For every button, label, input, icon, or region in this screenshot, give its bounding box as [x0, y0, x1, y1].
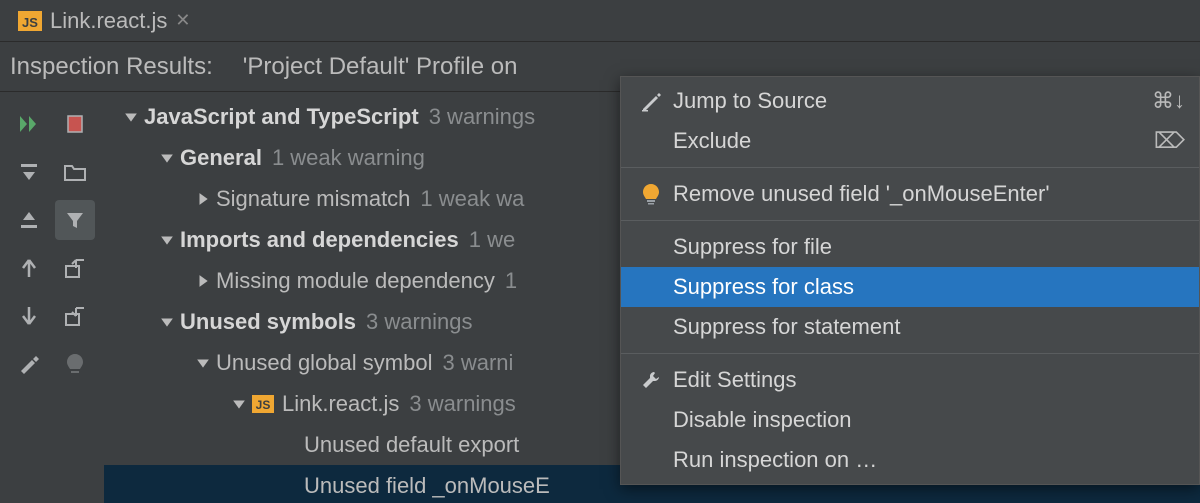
menu-label: Run inspection on … — [667, 447, 1185, 473]
wrench-icon — [635, 369, 667, 391]
chevron-down-icon — [196, 356, 216, 370]
menu-label: Remove unused field '_onMouseEnter' — [667, 181, 1185, 207]
menu-label: Suppress for file — [667, 234, 1185, 260]
menu-suppress-file[interactable]: Suppress for file — [621, 227, 1199, 267]
menu-remove-unused-field[interactable]: Remove unused field '_onMouseEnter' — [621, 174, 1199, 214]
node-count: 3 warnings — [366, 309, 472, 335]
menu-label: Suppress for class — [667, 274, 1185, 300]
chevron-down-icon — [232, 397, 252, 411]
filter-button[interactable] — [55, 200, 95, 240]
menu-shortcut: ⌘↓ — [1152, 88, 1185, 114]
edit-icon — [635, 90, 667, 112]
node-count: 1 we — [469, 227, 515, 253]
menu-run-inspection[interactable]: Run inspection on … — [621, 440, 1199, 480]
prev-button[interactable] — [9, 248, 49, 288]
menu-separator — [621, 220, 1199, 221]
node-label: Imports and dependencies — [180, 227, 459, 253]
node-count: 1 — [505, 268, 517, 294]
menu-disable-inspection[interactable]: Disable inspection — [621, 400, 1199, 440]
menu-label: Jump to Source — [667, 88, 1152, 114]
menu-jump-to-source[interactable]: Jump to Source ⌘↓ — [621, 81, 1199, 121]
expand-all-button[interactable] — [9, 152, 49, 192]
settings-button[interactable] — [9, 344, 49, 384]
node-label: Unused symbols — [180, 309, 356, 335]
tab-filename: Link.react.js — [50, 8, 167, 34]
menu-label: Disable inspection — [667, 407, 1185, 433]
rerun-button[interactable] — [9, 104, 49, 144]
chevron-down-icon — [160, 151, 180, 165]
chevron-right-icon — [196, 192, 216, 206]
autoscroll-button[interactable] — [55, 296, 95, 336]
bulb-icon — [635, 183, 667, 205]
close-tab-icon[interactable]: ✕ — [175, 10, 190, 31]
menu-shortcut: ⌦ — [1154, 128, 1185, 154]
menu-suppress-class[interactable]: Suppress for class — [621, 267, 1199, 307]
node-count: 1 weak warning — [272, 145, 425, 171]
menu-label: Exclude — [667, 128, 1154, 154]
menu-separator — [621, 167, 1199, 168]
node-label: Unused field _onMouseE — [304, 473, 550, 499]
node-label: Signature mismatch — [216, 186, 410, 212]
menu-exclude[interactable]: Exclude ⌦ — [621, 121, 1199, 161]
header-profile: 'Project Default' Profile on — [243, 53, 518, 81]
node-count: 3 warnings — [429, 104, 535, 130]
chevron-right-icon — [196, 274, 216, 288]
chevron-down-icon — [160, 315, 180, 329]
next-button[interactable] — [9, 296, 49, 336]
editor-tab[interactable]: JS Link.react.js ✕ — [6, 2, 202, 40]
close-button[interactable] — [55, 104, 95, 144]
node-label: Missing module dependency — [216, 268, 495, 294]
chevron-down-icon — [160, 233, 180, 247]
group-by-directory-button[interactable] — [55, 152, 95, 192]
menu-edit-settings[interactable]: Edit Settings — [621, 360, 1199, 400]
js-file-icon: JS — [18, 11, 42, 31]
node-label: General — [180, 145, 262, 171]
collapse-all-button[interactable] — [9, 200, 49, 240]
tab-bar: JS Link.react.js ✕ — [0, 0, 1200, 42]
node-count: 1 weak wa — [420, 186, 524, 212]
js-file-icon: JS — [252, 395, 274, 413]
node-label: JavaScript and TypeScript — [144, 104, 419, 130]
node-label: Link.react.js — [282, 391, 399, 417]
node-label: Unused global symbol — [216, 350, 432, 376]
context-menu: Jump to Source ⌘↓ Exclude ⌦ Remove unuse… — [620, 76, 1200, 485]
node-count: 3 warni — [442, 350, 513, 376]
header-title: Inspection Results: — [10, 53, 213, 81]
menu-label: Suppress for statement — [667, 314, 1185, 340]
node-count: 3 warnings — [409, 391, 515, 417]
menu-suppress-statement[interactable]: Suppress for statement — [621, 307, 1199, 347]
inspection-toolbar — [0, 92, 104, 503]
menu-label: Edit Settings — [667, 367, 1185, 393]
intention-bulb-button[interactable] — [55, 344, 95, 384]
chevron-down-icon — [124, 110, 144, 124]
node-label: Unused default export — [304, 432, 519, 458]
menu-separator — [621, 353, 1199, 354]
export-button[interactable] — [55, 248, 95, 288]
